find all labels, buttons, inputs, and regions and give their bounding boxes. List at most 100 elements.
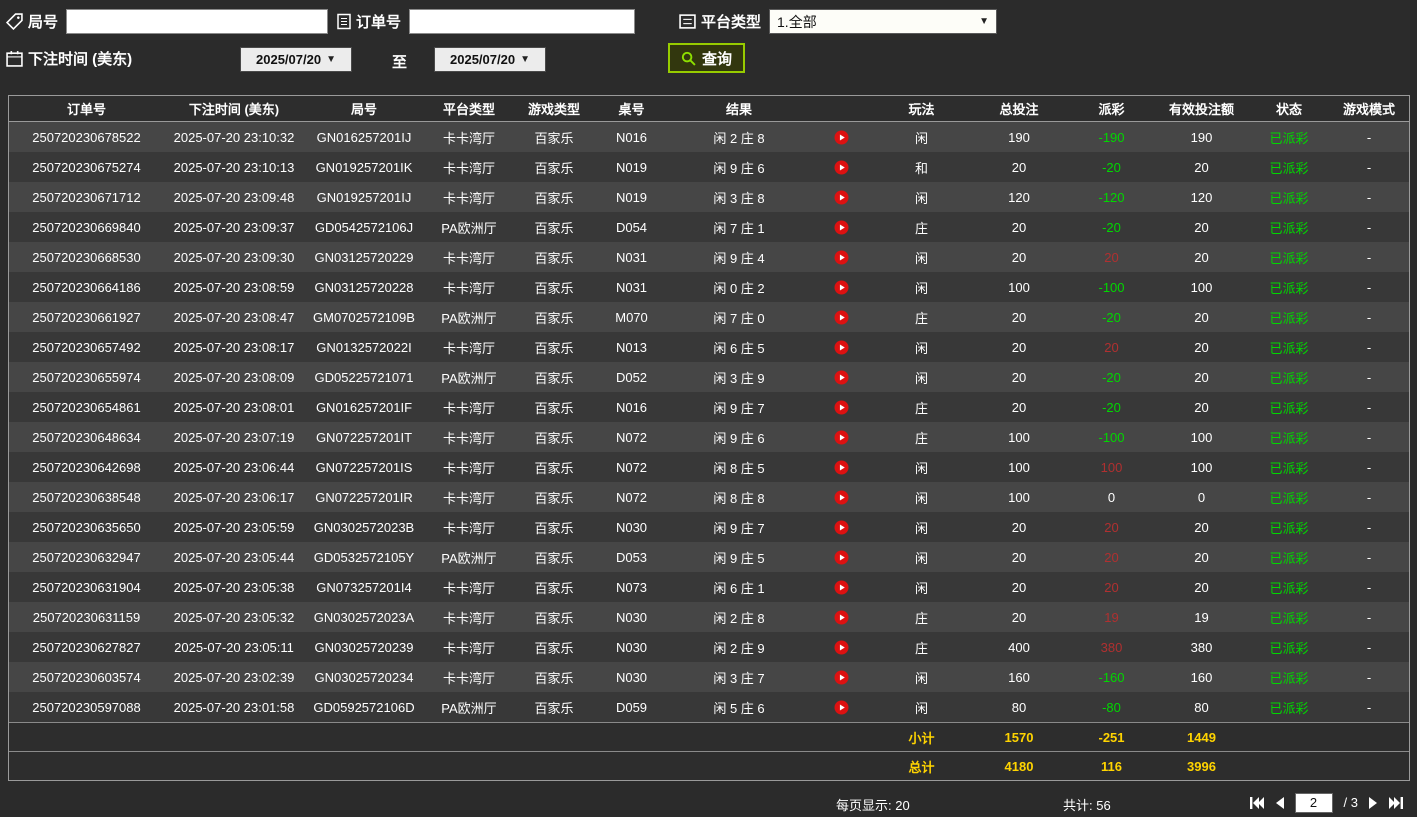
play-button[interactable] (809, 482, 874, 512)
cell-payout: -20 (1102, 159, 1121, 175)
cell-round-id: GN072257201IT (315, 429, 413, 445)
cell-table-no: D054 (615, 219, 648, 235)
play-button[interactable] (809, 602, 874, 632)
cell-total-bet: 20 (1011, 399, 1027, 415)
cell-status: 已派彩 (1269, 610, 1309, 626)
cell-bet-time: 2025-07-20 23:07:19 (173, 429, 295, 445)
column-header: 桌号 (618, 102, 645, 117)
date-from-select[interactable]: 2025/07/20 ▼ (240, 47, 352, 72)
cell-bet-time: 2025-07-20 23:05:44 (173, 549, 295, 565)
betting-records-page: 局号 订单号 平台类型 1.全部 ▼ 下注时间 (美东) 2025/07/20 … (0, 0, 1417, 817)
prev-page-button[interactable] (1275, 796, 1284, 809)
cell-table-no: N073 (615, 579, 648, 595)
play-icon (834, 460, 849, 474)
play-icon (834, 430, 849, 444)
play-button[interactable] (809, 242, 874, 272)
cell-result: 闲 2 庄 8 (713, 130, 765, 146)
play-button[interactable] (809, 152, 874, 182)
play-button[interactable] (809, 632, 874, 662)
cell-platform: 卡卡湾厅 (442, 130, 495, 146)
play-button[interactable] (809, 452, 874, 482)
first-page-button[interactable] (1249, 796, 1264, 809)
round-id-input[interactable] (66, 9, 329, 34)
cell-game-type: 百家乐 (534, 520, 574, 536)
play-icon (834, 280, 849, 294)
play-button[interactable] (809, 422, 874, 452)
play-button[interactable] (809, 542, 874, 572)
cell-mode: - (1366, 429, 1372, 445)
cell-round-id: GN03025720239 (314, 639, 414, 655)
cell-mode: - (1366, 369, 1372, 385)
play-button[interactable] (809, 392, 874, 422)
platform-select[interactable]: 1.全部 ▼ (769, 9, 998, 34)
cell-order-id: 250720230631159 (32, 609, 141, 625)
play-button[interactable] (809, 512, 874, 542)
play-button[interactable] (809, 572, 874, 602)
cell-order-id: 250720230655974 (32, 369, 141, 385)
total-valid-bet: 3996 (1187, 758, 1216, 774)
table-row: 250720230664186 2025-07-20 23:08:59 GN0312… (9, 272, 1409, 302)
cell-platform: PA欧洲厅 (441, 550, 497, 566)
cell-mode: - (1366, 159, 1372, 175)
current-page-input[interactable]: 2 (1294, 792, 1333, 813)
cell-valid-bet: 20 (1194, 369, 1209, 385)
play-button[interactable] (809, 332, 874, 362)
play-button[interactable] (809, 302, 874, 332)
cell-status: 已派彩 (1269, 370, 1309, 386)
play-button[interactable] (809, 362, 874, 392)
cell-bet-time: 2025-07-20 23:02:39 (173, 669, 295, 685)
column-header: 结果 (725, 102, 752, 117)
play-button[interactable] (809, 662, 874, 692)
cell-valid-bet: 20 (1194, 159, 1209, 175)
play-icon (834, 640, 849, 654)
cell-play-type: 闲 (914, 520, 928, 536)
table-body: 250720230678522 2025-07-20 23:10:32 GN0162… (9, 122, 1409, 722)
cell-payout: -20 (1102, 369, 1121, 385)
cell-valid-bet: 20 (1194, 549, 1209, 565)
table-row: 250720230675274 2025-07-20 23:10:13 GN0192… (9, 152, 1409, 182)
play-button[interactable] (809, 182, 874, 212)
round-id-label: 局号 (28, 14, 59, 31)
column-header: 状态 (1275, 102, 1302, 117)
cell-payout: 20 (1104, 339, 1119, 355)
column-header: 局号 (350, 102, 377, 117)
cell-mode: - (1366, 639, 1372, 655)
order-id-input[interactable] (409, 9, 636, 34)
cell-order-id: 250720230632947 (32, 549, 141, 565)
cell-round-id: GM0702572109B (313, 309, 415, 325)
cell-round-id: GN016257201IJ (316, 129, 412, 145)
play-button[interactable] (809, 212, 874, 242)
play-button[interactable] (809, 692, 874, 722)
date-to-select[interactable]: 2025/07/20 ▼ (434, 47, 546, 72)
play-button[interactable] (809, 122, 874, 152)
bet-time-filter: 下注时间 (美东) (6, 48, 132, 69)
cell-payout: -160 (1098, 669, 1125, 685)
play-icon (834, 700, 849, 714)
last-page-button[interactable] (1389, 796, 1403, 809)
cell-total-bet: 400 (1008, 639, 1030, 655)
cell-game-type: 百家乐 (534, 130, 574, 146)
play-button[interactable] (809, 272, 874, 302)
search-button[interactable]: 查询 (668, 43, 746, 73)
pagination-bar: 每页显示: 20 共计: 56 2 / 3 (0, 788, 1417, 817)
play-icon (834, 400, 849, 414)
cell-order-id: 250720230664186 (32, 279, 141, 295)
total-count-label: 共计: 56 (1063, 798, 1111, 813)
table-row: 250720230648634 2025-07-20 23:07:19 GN0722… (9, 422, 1409, 452)
cell-round-id: GD0532572105Y (313, 549, 415, 565)
cell-game-type: 百家乐 (534, 700, 574, 716)
cell-result: 闲 0 庄 2 (713, 280, 765, 296)
cell-total-bet: 100 (1008, 279, 1030, 295)
cell-result: 闲 8 庄 5 (713, 460, 765, 476)
cell-table-no: N013 (615, 339, 648, 355)
cell-bet-time: 2025-07-20 23:08:47 (173, 309, 295, 325)
play-icon (834, 580, 849, 594)
cell-result: 闲 9 庄 5 (713, 550, 765, 566)
cell-status: 已派彩 (1269, 400, 1309, 416)
cell-game-type: 百家乐 (534, 160, 574, 176)
next-page-button[interactable] (1369, 796, 1378, 809)
cell-play-type: 庄 (914, 430, 928, 446)
column-header: 游戏模式 (1342, 102, 1395, 117)
cell-platform: 卡卡湾厅 (442, 670, 495, 686)
cell-valid-bet: 0 (1197, 489, 1206, 505)
